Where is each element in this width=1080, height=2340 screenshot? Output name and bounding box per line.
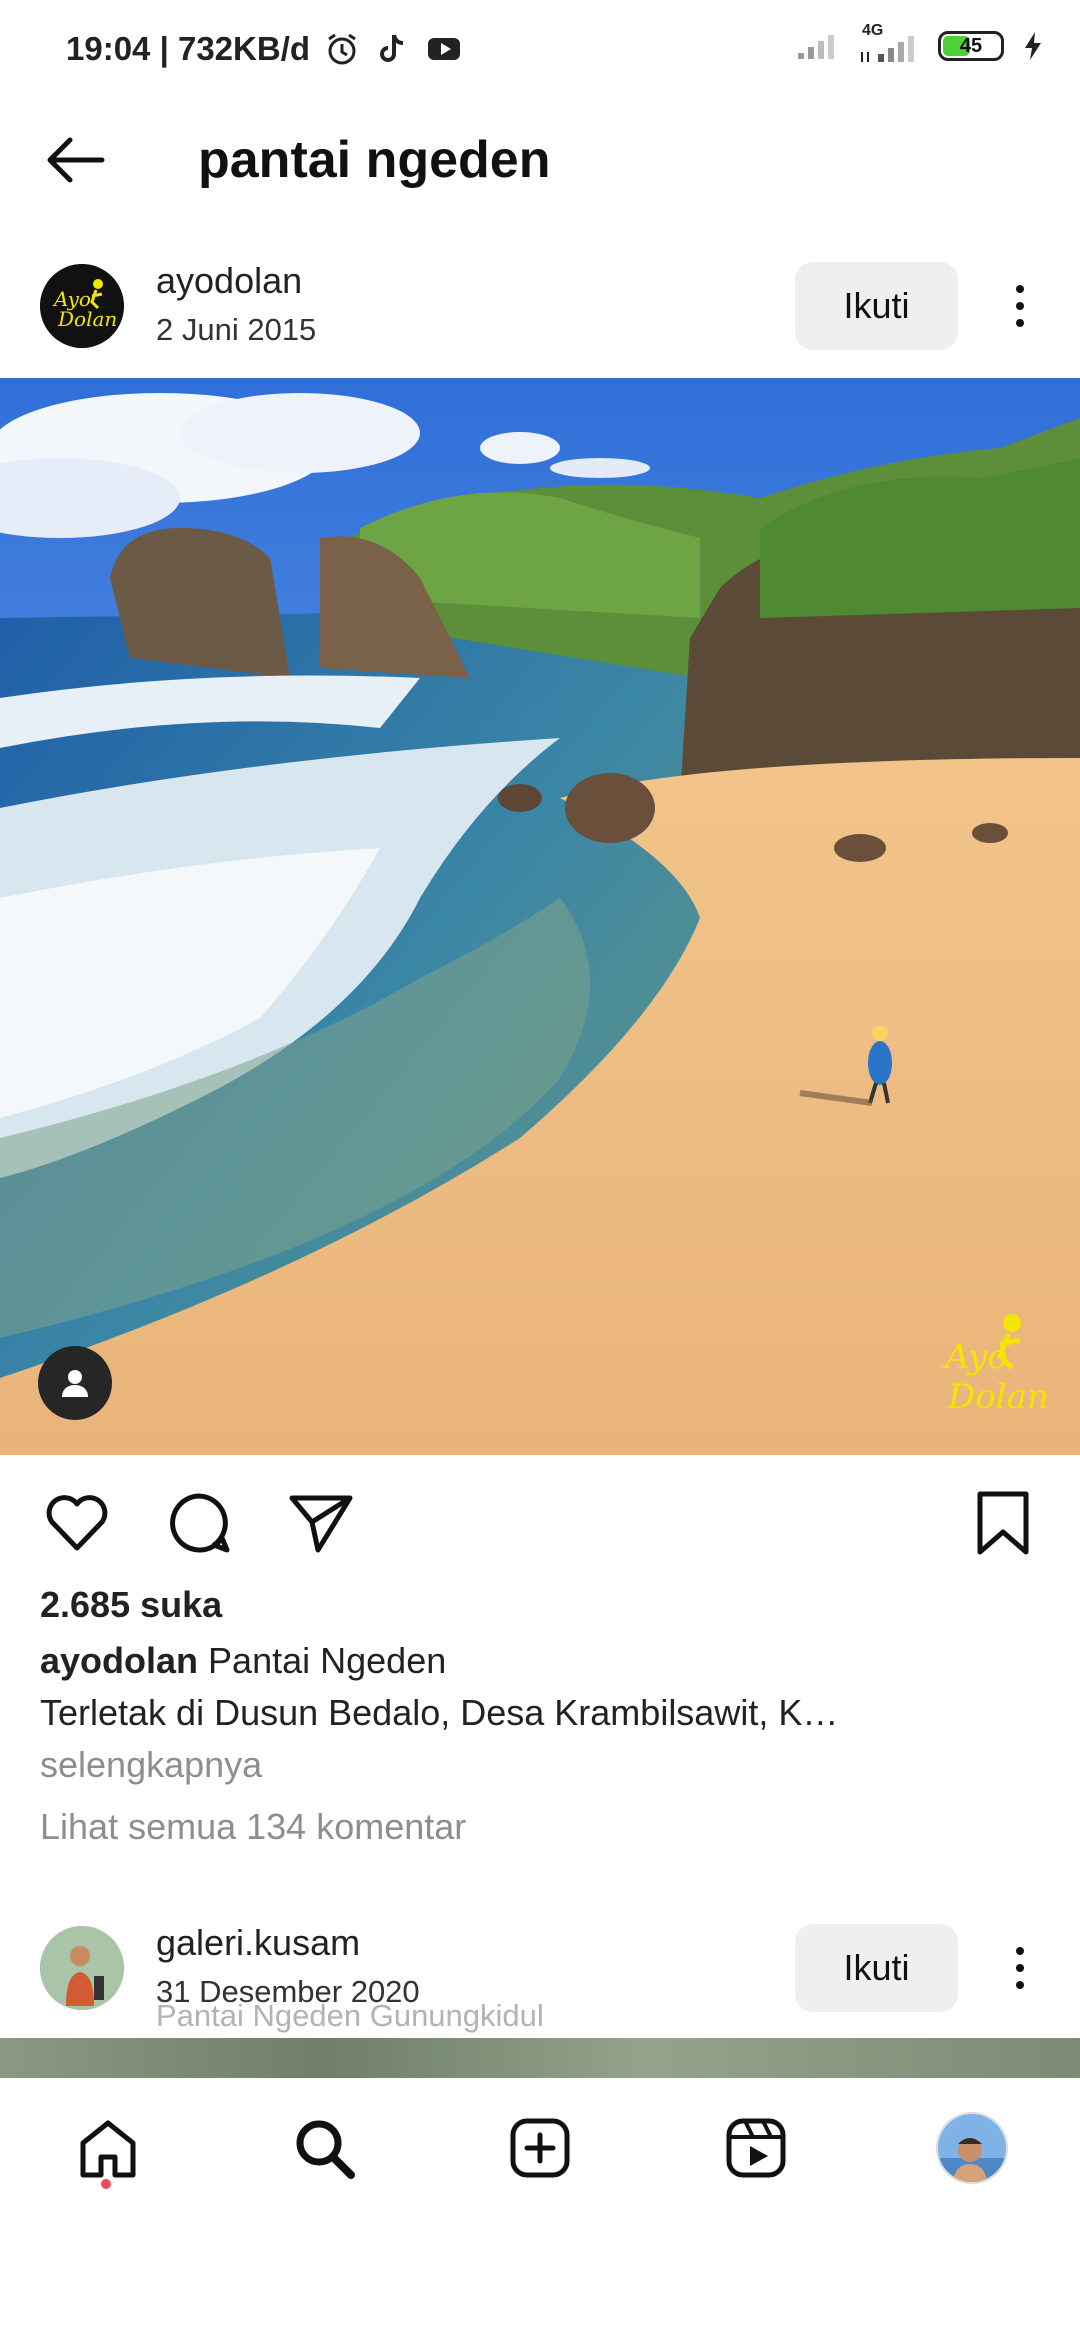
search-icon — [296, 2120, 355, 2179]
nav-profile[interactable] — [932, 2108, 1012, 2188]
post2-location[interactable]: Pantai Ngeden Gunungkidul — [156, 1998, 544, 2034]
svg-text:Dolan: Dolan — [947, 1377, 1049, 1417]
notification-dot — [101, 2179, 111, 2189]
alarm-icon — [328, 33, 356, 65]
signal-icon — [798, 35, 834, 59]
share-button[interactable] — [286, 1488, 356, 1558]
post-photo[interactable]: Ayo Dolan — [0, 378, 1080, 1455]
network-label: 4G — [862, 22, 884, 39]
avatar-2[interactable] — [40, 1926, 124, 2010]
top-header: pantai ngeden — [0, 110, 1080, 210]
home-icon — [80, 2120, 136, 2178]
profile-avatar — [936, 2112, 1008, 2184]
caption-body: Terletak di Dusun Bedalo, Desa Krambilsa… — [40, 1692, 839, 1733]
more-options-icon[interactable] — [1002, 276, 1038, 336]
arrow-left-icon — [47, 137, 105, 183]
battery-icon: 45 — [938, 31, 1004, 61]
post2-username[interactable]: galeri.kusam — [156, 1922, 360, 1964]
reels-icon — [726, 2118, 786, 2178]
battery-level: 45 — [959, 34, 983, 57]
status-time: 19:04 | 732KB/d — [66, 30, 311, 67]
post2-photo-strip[interactable] — [0, 2038, 1080, 2078]
avatar[interactable]: Ayo Dolan — [40, 264, 124, 348]
follow-button[interactable]: Ikuti — [795, 262, 958, 350]
svg-text:Dolan: Dolan — [57, 307, 117, 331]
beach-photo: Ayo Dolan — [0, 378, 1080, 1455]
bookmark-icon — [977, 1491, 1029, 1555]
view-comments-link[interactable]: Lihat semua 134 komentar — [40, 1806, 466, 1848]
follow-button-2[interactable]: Ikuti — [795, 1924, 958, 2012]
user-icon — [62, 1370, 88, 1397]
post-username[interactable]: ayodolan — [156, 260, 302, 302]
page-title: pantai ngeden — [198, 131, 551, 189]
nav-add-post[interactable] — [500, 2108, 580, 2188]
send-icon — [289, 1495, 353, 1553]
charging-icon — [1025, 32, 1041, 60]
back-button[interactable] — [40, 130, 110, 190]
post-header: Ayo Dolan ayodolan 2 Juni 2015 Ikuti — [0, 250, 1080, 360]
comment-button[interactable] — [164, 1488, 234, 1558]
caption-title: Pantai Ngeden — [208, 1640, 447, 1681]
comment-icon — [170, 1493, 230, 1553]
profile-photo-icon — [938, 2114, 1006, 2182]
caption-username[interactable]: ayodolan — [40, 1640, 198, 1681]
like-count[interactable]: 2.685 suka — [40, 1584, 222, 1626]
nav-home[interactable] — [68, 2108, 148, 2188]
tiktok-icon — [380, 34, 404, 62]
status-right: 4G 45 — [796, 22, 1044, 64]
bottom-navigation — [0, 2078, 1080, 2340]
status-bar: 19:04 | 732KB/d 4G 45 — [0, 0, 1080, 100]
youtube-icon — [428, 38, 461, 60]
add-post-icon — [510, 2118, 570, 2178]
status-left: 19:04 | 732KB/d — [66, 30, 464, 68]
heart-icon — [46, 1495, 108, 1551]
post-actions — [0, 1478, 1080, 1562]
more-options-icon-2[interactable] — [1002, 1938, 1038, 1998]
more-link[interactable]: selengkapnya — [40, 1744, 262, 1786]
ayodolan-logo-icon: Ayo Dolan — [40, 264, 124, 348]
tagged-users-button[interactable] — [38, 1346, 112, 1420]
caption-line-1: ayodolan Pantai Ngeden — [40, 1640, 446, 1682]
save-button[interactable] — [968, 1488, 1038, 1558]
person-avatar-icon — [40, 1926, 124, 2010]
post-date: 2 Juni 2015 — [156, 312, 317, 347]
nav-reels[interactable] — [716, 2108, 796, 2188]
nav-search[interactable] — [284, 2108, 364, 2188]
signal-4g: 4G — [858, 22, 920, 64]
like-button[interactable] — [42, 1488, 112, 1558]
